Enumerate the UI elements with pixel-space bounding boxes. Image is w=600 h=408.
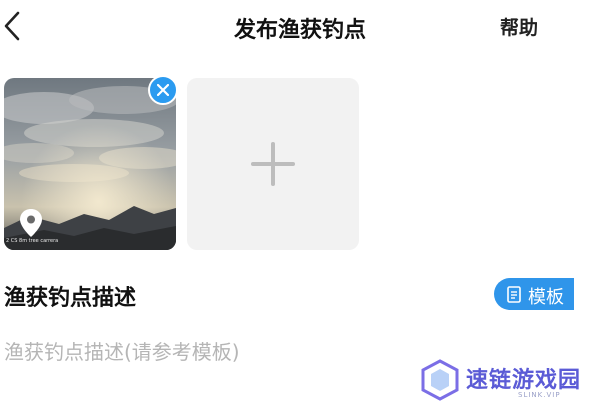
description-input[interactable]: 渔获钓点描述(请参考模板): [4, 336, 240, 365]
close-icon: [157, 84, 169, 96]
description-section-title: 渔获钓点描述: [4, 286, 137, 311]
watermark-logo-icon: [421, 359, 459, 401]
top-bar: 发布渔获钓点 帮助: [0, 0, 600, 52]
add-photo-button[interactable]: [187, 78, 359, 250]
document-icon: [507, 286, 521, 303]
watermark-subtext: SLINK.VIP: [518, 391, 561, 399]
watermark: 速链游戏园 SLINK.VIP: [418, 358, 598, 404]
remove-photo-button[interactable]: [148, 75, 178, 105]
photo-location-caption: 2 CS 8m tree carrera: [6, 238, 59, 244]
template-button[interactable]: 模板: [494, 278, 574, 310]
help-button[interactable]: 帮助: [500, 13, 538, 40]
watermark-text: 速链游戏园: [466, 368, 582, 393]
template-button-label: 模板: [528, 287, 564, 308]
plus-icon: [251, 142, 295, 186]
location-pin-icon: [18, 208, 44, 238]
